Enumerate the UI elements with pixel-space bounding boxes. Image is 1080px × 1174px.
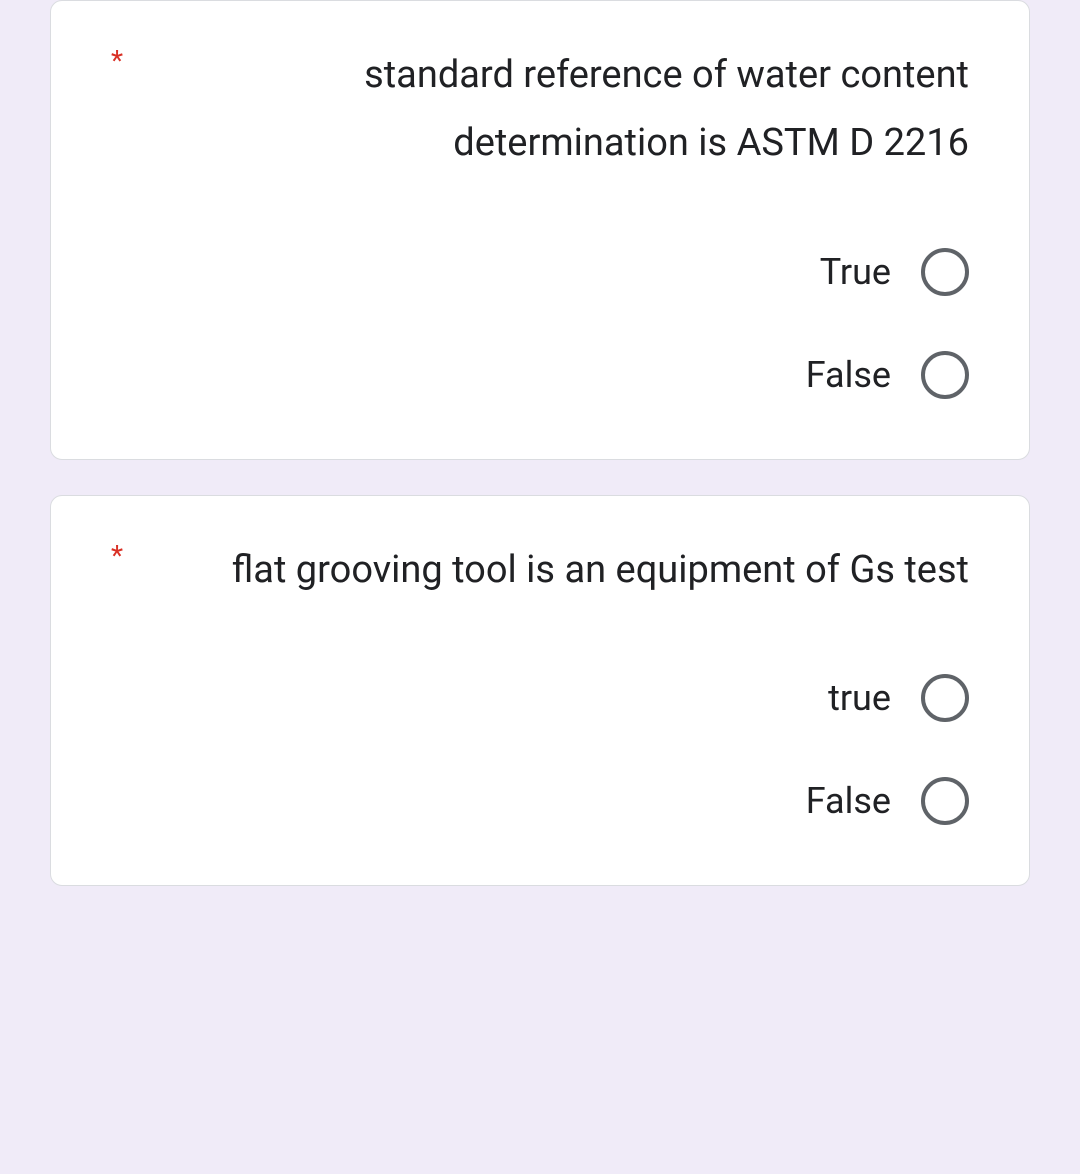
question-text: flat grooving tool is an equipment of Gs… bbox=[153, 536, 969, 604]
required-indicator: * bbox=[111, 536, 123, 575]
option-label: False bbox=[806, 780, 891, 822]
radio-unchecked-icon[interactable] bbox=[921, 351, 969, 399]
option-row[interactable]: False bbox=[111, 351, 969, 399]
option-label: False bbox=[806, 354, 891, 396]
question-card: * standard reference of water content de… bbox=[50, 0, 1030, 460]
required-indicator: * bbox=[111, 41, 123, 80]
radio-unchecked-icon[interactable] bbox=[921, 674, 969, 722]
options-container: true False bbox=[111, 674, 969, 825]
option-row[interactable]: true bbox=[111, 674, 969, 722]
radio-unchecked-icon[interactable] bbox=[921, 248, 969, 296]
question-card: * flat grooving tool is an equipment of … bbox=[50, 495, 1030, 886]
radio-unchecked-icon[interactable] bbox=[921, 777, 969, 825]
option-label: True bbox=[820, 251, 891, 293]
option-label: true bbox=[828, 677, 891, 719]
question-text: standard reference of water content dete… bbox=[153, 41, 969, 178]
options-container: True False bbox=[111, 248, 969, 399]
question-header: * standard reference of water content de… bbox=[111, 41, 969, 178]
option-row[interactable]: True bbox=[111, 248, 969, 296]
option-row[interactable]: False bbox=[111, 777, 969, 825]
question-header: * flat grooving tool is an equipment of … bbox=[111, 536, 969, 604]
